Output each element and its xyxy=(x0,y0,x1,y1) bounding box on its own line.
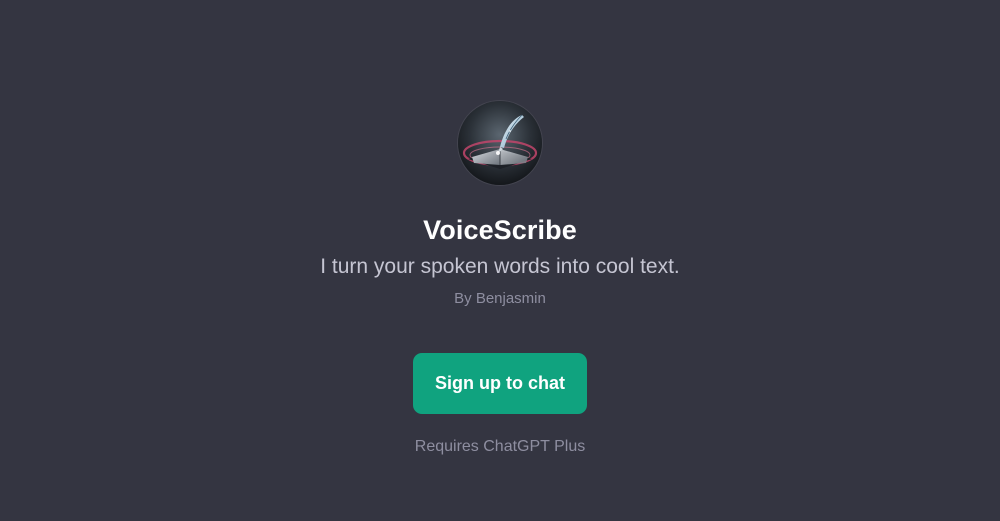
plan-requirement-note: Requires ChatGPT Plus xyxy=(414,438,586,455)
gpt-author: By Benjasmin xyxy=(454,290,546,307)
gpt-title: VoiceScribe xyxy=(423,215,577,245)
quill-on-book-icon xyxy=(458,101,542,185)
gpt-landing-page: VoiceScribe I turn your spoken words int… xyxy=(0,0,1000,521)
sign-up-to-chat-button[interactable]: Sign up to chat xyxy=(413,353,587,414)
gpt-avatar xyxy=(458,101,542,185)
gpt-description: I turn your spoken words into cool text. xyxy=(320,255,680,278)
